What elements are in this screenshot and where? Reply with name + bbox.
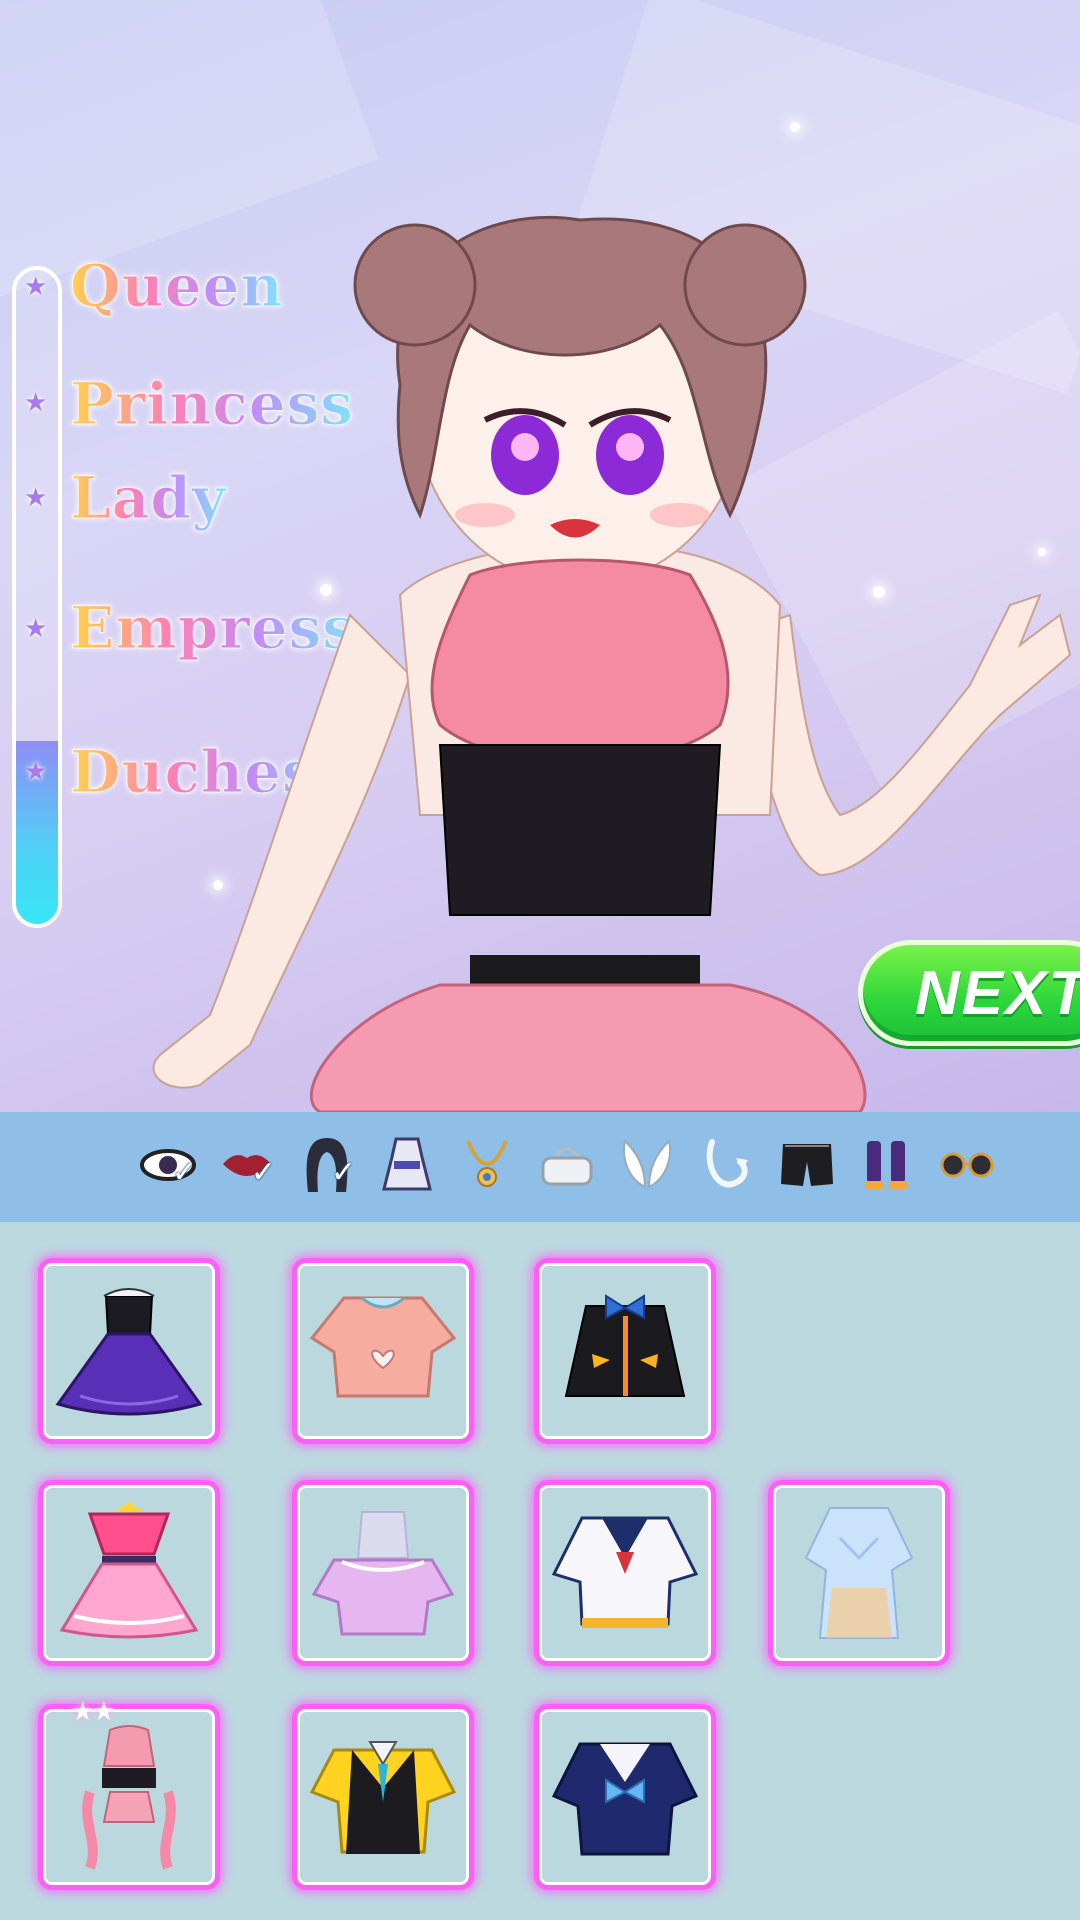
iridescent-dress-icon <box>804 1507 914 1639</box>
next-button[interactable]: NEXT <box>858 940 1080 1046</box>
check-icon: ✓ <box>250 1155 276 1190</box>
check-icon: ✓ <box>330 1155 356 1190</box>
rating-stars: ★★ <box>71 1697 116 1727</box>
category-outfit[interactable] <box>376 1134 438 1196</box>
category-bar: ✓ ✓ ✓ <box>0 1112 1080 1222</box>
necklace-icon <box>466 1140 508 1187</box>
item-slot-purple-corset-dress[interactable] <box>38 1258 220 1444</box>
category-wings[interactable] <box>616 1134 678 1196</box>
boots-icon <box>865 1141 907 1189</box>
item-slot-pink-magical-dress[interactable] <box>38 1480 220 1666</box>
navy-sailor-top-icon <box>551 1742 699 1856</box>
star-icon: ★ <box>24 757 48 787</box>
pink-halter-ruffle-outfit-icon <box>82 1725 176 1870</box>
check-icon: ✓ <box>171 1155 197 1190</box>
bag-icon <box>541 1147 593 1186</box>
sparkle <box>790 122 800 132</box>
sailor-jacket-icon <box>551 1516 699 1628</box>
category-hair[interactable]: ✓ <box>296 1134 358 1196</box>
item-slot-iridescent-dress[interactable] <box>768 1480 950 1666</box>
glasses-icon <box>940 1152 994 1178</box>
item-slot-pink-halter-ruffle-outfit[interactable]: ★★ <box>38 1697 220 1890</box>
pink-heart-crop-top-icon <box>309 1296 457 1398</box>
star-icon: ★ <box>24 272 48 302</box>
item-slot-pink-heart-crop-top[interactable] <box>292 1258 474 1444</box>
star-icon: ★ <box>24 388 48 418</box>
character-stage: ★ ★ ★ ★ ★ Queen Princess Lady Empress Du… <box>0 0 1080 1112</box>
yellow-vest-shirt-icon <box>309 1741 457 1854</box>
next-button-label: NEXT <box>915 958 1080 1028</box>
category-lips[interactable]: ✓ <box>216 1134 278 1196</box>
item-slot-sailor-jacket[interactable] <box>534 1480 716 1666</box>
rank-meter <box>12 266 62 928</box>
tail-icon <box>706 1139 748 1188</box>
item-slot-black-bow-top[interactable] <box>534 1258 716 1444</box>
category-shorts[interactable] <box>776 1134 838 1196</box>
outfit-icon <box>382 1137 432 1191</box>
category-tail[interactable] <box>696 1134 758 1196</box>
item-slot-lilac-ruffle-top[interactable] <box>292 1480 474 1666</box>
category-glasses[interactable] <box>936 1134 998 1196</box>
shorts-icon <box>781 1144 833 1186</box>
category-boots[interactable] <box>856 1134 918 1196</box>
star-icon: ★ <box>24 483 48 513</box>
lilac-ruffle-top-icon <box>311 1511 455 1636</box>
star-icon: ★ <box>24 614 48 644</box>
pink-magical-dress-icon <box>59 1502 199 1639</box>
black-bow-top-icon <box>564 1294 686 1397</box>
category-eyes[interactable]: ✓ <box>137 1134 199 1196</box>
category-bag[interactable] <box>536 1134 598 1196</box>
items-grid: ★★ <box>0 1222 1080 1920</box>
purple-corset-dress-icon <box>55 1288 203 1416</box>
wings-icon <box>623 1139 671 1189</box>
category-necklace[interactable] <box>456 1134 518 1196</box>
item-slot-navy-sailor-top[interactable] <box>534 1704 716 1890</box>
item-slot-yellow-vest-shirt[interactable] <box>292 1704 474 1890</box>
